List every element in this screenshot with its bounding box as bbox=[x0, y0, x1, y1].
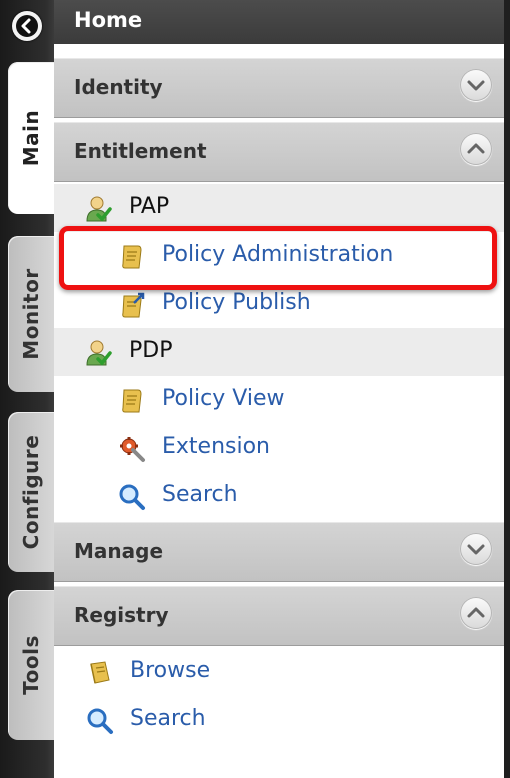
expand-identity-button[interactable] bbox=[460, 69, 492, 101]
window-edge bbox=[504, 0, 510, 778]
home-title: Home bbox=[74, 8, 143, 32]
scroll-icon bbox=[122, 389, 142, 413]
menu-group-pap[interactable]: PAP bbox=[54, 184, 504, 232]
gear-wrench-icon bbox=[120, 437, 145, 462]
chevron-down-icon bbox=[467, 544, 485, 555]
chevron-left-icon bbox=[16, 15, 38, 37]
chevron-down-icon bbox=[467, 80, 485, 91]
menu-group-pdp-label: PDP bbox=[129, 338, 173, 363]
chevron-up-icon bbox=[467, 143, 485, 154]
menu-item-policy-view-label: Policy View bbox=[162, 386, 285, 411]
collapse-menu-button[interactable] bbox=[12, 11, 42, 41]
navigation-menu: Home Identity Entitlement PAP Policy Adm… bbox=[54, 0, 504, 778]
side-tab-main-label: Main bbox=[19, 109, 43, 167]
side-tab-configure-label: Configure bbox=[19, 434, 43, 550]
side-tab-tools[interactable]: Tools bbox=[8, 590, 54, 740]
side-tab-main[interactable]: Main bbox=[8, 62, 54, 214]
menu-item-browse[interactable]: Browse bbox=[54, 648, 504, 696]
scroll-publish-icon bbox=[122, 292, 145, 318]
section-entitlement-title: Entitlement bbox=[74, 139, 207, 163]
menu-item-browse-label: Browse bbox=[130, 658, 211, 683]
menu-item-search-registry[interactable]: Search bbox=[54, 696, 504, 744]
menu-item-search-pdp-label: Search bbox=[162, 482, 238, 507]
magnifier-icon bbox=[87, 708, 113, 734]
menu-item-search-pdp[interactable]: Search bbox=[54, 472, 504, 520]
user-check-icon bbox=[86, 340, 112, 366]
collapse-registry-button[interactable] bbox=[460, 597, 492, 629]
side-tab-monitor[interactable]: Monitor bbox=[8, 236, 54, 392]
side-tab-configure[interactable]: Configure bbox=[8, 412, 54, 572]
side-tab-strip: Main Monitor Configure Tools bbox=[0, 0, 54, 778]
section-entitlement-header[interactable]: Entitlement bbox=[54, 122, 504, 182]
section-manage-title: Manage bbox=[74, 539, 164, 563]
section-manage-header[interactable]: Manage bbox=[54, 522, 504, 582]
menu-item-policy-publish-label: Policy Publish bbox=[162, 290, 311, 315]
user-check-icon bbox=[86, 196, 112, 222]
menu-item-extension-label: Extension bbox=[162, 434, 271, 459]
side-tab-tools-label: Tools bbox=[19, 635, 43, 695]
scroll-icon bbox=[122, 245, 142, 269]
book-icon bbox=[90, 661, 110, 684]
menu-item-policy-view[interactable]: Policy View bbox=[54, 376, 504, 424]
menu-group-pdp[interactable]: PDP bbox=[54, 328, 504, 376]
magnifier-icon bbox=[119, 484, 145, 510]
collapse-entitlement-button[interactable] bbox=[460, 133, 492, 165]
menu-item-policy-publish[interactable]: Policy Publish bbox=[54, 280, 504, 328]
section-registry-title: Registry bbox=[74, 603, 169, 627]
home-header[interactable]: Home bbox=[54, 0, 504, 44]
menu-item-policy-administration-label: Policy Administration bbox=[162, 242, 394, 267]
menu-item-extension[interactable]: Extension bbox=[54, 424, 504, 472]
section-identity-header[interactable]: Identity bbox=[54, 58, 504, 118]
menu-item-policy-administration[interactable]: Policy Administration bbox=[54, 232, 504, 280]
chevron-up-icon bbox=[467, 607, 485, 618]
menu-item-search-registry-label: Search bbox=[130, 706, 206, 731]
section-identity-title: Identity bbox=[74, 75, 163, 99]
menu-group-pap-label: PAP bbox=[129, 194, 170, 219]
side-tab-monitor-label: Monitor bbox=[19, 268, 43, 360]
expand-manage-button[interactable] bbox=[460, 533, 492, 565]
section-registry-header[interactable]: Registry bbox=[54, 586, 504, 646]
